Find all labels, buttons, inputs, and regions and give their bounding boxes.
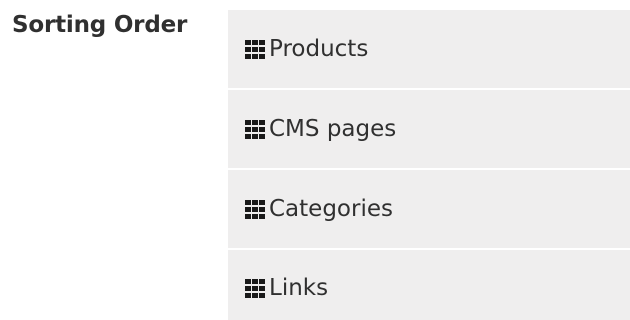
drag-grid-icon — [245, 278, 265, 298]
sortable-item-label: Products — [269, 36, 369, 62]
sorting-order-label: Sorting Order — [12, 12, 188, 38]
sortable-item-links[interactable]: Links — [228, 250, 630, 320]
drag-grid-icon — [245, 199, 265, 219]
sortable-item-products[interactable]: Products — [228, 10, 630, 90]
sortable-item-label: Links — [269, 275, 329, 301]
sortable-item-categories[interactable]: Categories — [228, 170, 630, 250]
sortable-list: Products CMS pages Categories Links — [228, 10, 630, 320]
sortable-item-label: Categories — [269, 196, 393, 222]
sortable-item-label: CMS pages — [269, 116, 397, 142]
drag-grid-icon — [245, 119, 265, 139]
sorting-order-field: Sorting Order Products CMS pages Categor… — [0, 0, 630, 320]
sortable-item-cms-pages[interactable]: CMS pages — [228, 90, 630, 170]
drag-grid-icon — [245, 39, 265, 59]
